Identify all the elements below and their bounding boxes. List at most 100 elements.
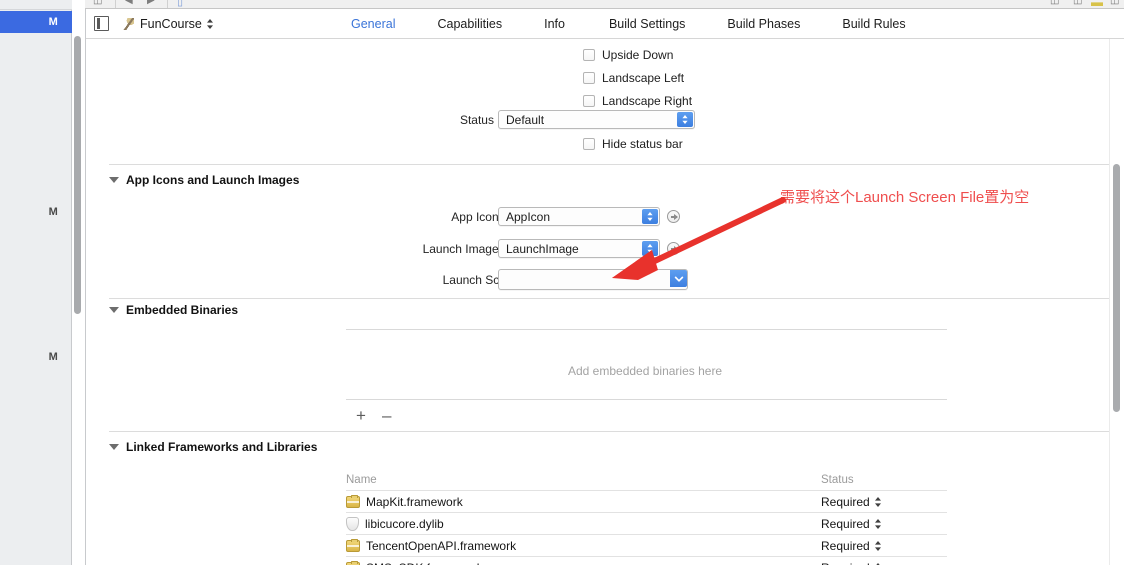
- framework-status-value: Required: [821, 495, 870, 509]
- xcode-window: M M M ◫ ◀ ▶ ▯ ◫ ◫ ▬ ◫ FunCourse General …: [0, 0, 1124, 565]
- assistant-editor-icon[interactable]: ◫: [1073, 0, 1082, 6]
- table-row-separator: [346, 512, 947, 513]
- section-app-icons-header[interactable]: App Icons and Launch Images: [109, 173, 299, 187]
- tab-build-phases[interactable]: Build Phases: [727, 17, 800, 31]
- navigator-scrollbar[interactable]: [74, 36, 81, 314]
- chevron-updown-icon[interactable]: [874, 540, 882, 552]
- section-embedded-binaries-header[interactable]: Embedded Binaries: [109, 303, 238, 317]
- chevron-updown-icon[interactable]: [874, 496, 882, 508]
- table-row[interactable]: SMS_SDK.framework: [346, 560, 483, 565]
- checkbox-label: Upside Down: [602, 48, 674, 62]
- checkbox-box[interactable]: [583, 49, 595, 61]
- tab-build-settings[interactable]: Build Settings: [609, 17, 685, 31]
- section-title: Linked Frameworks and Libraries: [126, 440, 318, 454]
- chevron-updown-icon[interactable]: [677, 112, 693, 127]
- embedded-binaries-top-rule: [346, 329, 947, 330]
- chevron-down-icon[interactable]: [670, 270, 687, 287]
- toolbar-separator: [115, 0, 116, 8]
- checkbox-label: Landscape Left: [602, 71, 685, 85]
- navigator-toggle-icon[interactable]: ◫: [93, 0, 102, 6]
- checkbox-box[interactable]: [583, 95, 595, 107]
- status-bar-style-select[interactable]: Default: [498, 110, 695, 129]
- table-row[interactable]: TencentOpenAPI.framework: [346, 538, 517, 553]
- chevron-updown-icon[interactable]: [642, 209, 658, 224]
- framework-status-value: Required: [821, 539, 870, 553]
- launch-screen-file-select[interactable]: [498, 269, 688, 290]
- tab-build-rules[interactable]: Build Rules: [842, 17, 905, 31]
- navigator-item-label: M: [48, 351, 58, 363]
- column-header-name: Name: [346, 474, 377, 486]
- disclosure-triangle-icon[interactable]: [109, 444, 119, 450]
- checkbox-landscape-right[interactable]: Landscape Right: [583, 94, 692, 108]
- add-embedded-binary-button[interactable]: +: [356, 407, 366, 424]
- toolbar-separator: [167, 0, 168, 8]
- framework-status-value: Required: [821, 561, 870, 565]
- section-title: Embedded Binaries: [126, 303, 239, 317]
- framework-name: libicucore.dylib: [365, 517, 444, 531]
- disclosure-triangle-icon[interactable]: [109, 307, 119, 313]
- chevron-updown-icon[interactable]: [874, 518, 882, 530]
- navigator-item-label: M: [48, 206, 58, 218]
- framework-status-value: Required: [821, 517, 870, 531]
- framework-name: MapKit.framework: [366, 495, 463, 509]
- checkbox-landscape-left[interactable]: Landscape Left: [583, 71, 684, 85]
- table-row-separator: [346, 556, 947, 557]
- checkbox-hide-status-bar[interactable]: Hide status bar: [583, 137, 683, 151]
- remove-embedded-binary-button[interactable]: –: [382, 407, 391, 424]
- tab-general[interactable]: General: [351, 17, 395, 31]
- target-name-label: FunCourse: [140, 16, 202, 31]
- checkbox-box[interactable]: [583, 138, 595, 150]
- utilities-toggle-icon[interactable]: ◫: [1050, 0, 1059, 6]
- disclosure-triangle-icon[interactable]: [109, 177, 119, 183]
- status-bar-style-value: Default: [506, 112, 545, 127]
- framework-status-select[interactable]: Required: [821, 561, 882, 565]
- framework-status-select[interactable]: Required: [821, 495, 882, 509]
- navigator-item-0[interactable]: M: [0, 11, 72, 33]
- chevron-updown-icon[interactable]: [642, 241, 658, 256]
- framework-name: TencentOpenAPI.framework: [366, 539, 517, 553]
- framework-status-select[interactable]: Required: [821, 539, 882, 553]
- forward-arrow-icon[interactable]: ▶: [147, 0, 155, 6]
- framework-status-select[interactable]: Required: [821, 517, 882, 531]
- project-navigator-sidebar: M M M: [0, 0, 72, 565]
- app-icons-reveal-button[interactable]: [667, 210, 680, 223]
- chevron-updown-icon[interactable]: [206, 18, 214, 30]
- navigator-item-2[interactable]: M: [0, 346, 72, 368]
- tab-list: General Capabilities Info Build Settings…: [351, 9, 948, 39]
- app-icons-source-select[interactable]: AppIcon: [498, 207, 660, 226]
- table-row-separator: [346, 534, 947, 535]
- tab-info[interactable]: Info: [544, 17, 565, 31]
- tab-capabilities[interactable]: Capabilities: [437, 17, 502, 31]
- section-divider: [109, 164, 1109, 165]
- table-row-separator: [346, 490, 947, 491]
- warning-badge-icon[interactable]: ▬: [1091, 0, 1103, 8]
- sidebar-top-edge: [0, 0, 72, 10]
- column-header-status: Status: [821, 474, 854, 486]
- framework-icon: [346, 494, 360, 508]
- section-divider: [109, 298, 1109, 299]
- navigator-item-1[interactable]: M: [0, 201, 72, 223]
- editor-mode-icon[interactable]: ▯: [177, 0, 183, 8]
- launch-images-source-select[interactable]: LaunchImage: [498, 239, 660, 258]
- back-arrow-icon[interactable]: ◀: [125, 0, 133, 6]
- framework-name: SMS_SDK.framework: [366, 561, 483, 565]
- editor-scrollbar[interactable]: [1113, 164, 1120, 412]
- target-selector[interactable]: FunCourse: [122, 14, 214, 33]
- sidebar-toggle-icon[interactable]: [94, 16, 109, 31]
- section-linked-frameworks-header[interactable]: Linked Frameworks and Libraries: [109, 440, 317, 454]
- table-row[interactable]: MapKit.framework: [346, 494, 463, 509]
- embedded-binaries-bottom-rule: [346, 399, 947, 400]
- app-icons-source-value: AppIcon: [506, 209, 551, 224]
- checkbox-label: Landscape Right: [602, 94, 693, 108]
- window-toolbar: ◫ ◀ ▶ ▯ ◫ ◫ ▬ ◫: [85, 0, 1124, 9]
- checkbox-label: Hide status bar: [602, 137, 683, 151]
- app-target-icon: [122, 17, 135, 31]
- launch-images-reveal-button[interactable]: [667, 242, 680, 255]
- navigator-item-label: M: [48, 16, 58, 28]
- inspector-toggle-icon[interactable]: ◫: [1110, 0, 1119, 6]
- dylib-icon: [346, 517, 359, 531]
- table-row[interactable]: libicucore.dylib: [346, 517, 444, 531]
- checkbox-box[interactable]: [583, 72, 595, 84]
- checkbox-upside-down[interactable]: Upside Down: [583, 48, 673, 62]
- target-editor-tabbar: FunCourse General Capabilities Info Buil…: [86, 9, 1124, 39]
